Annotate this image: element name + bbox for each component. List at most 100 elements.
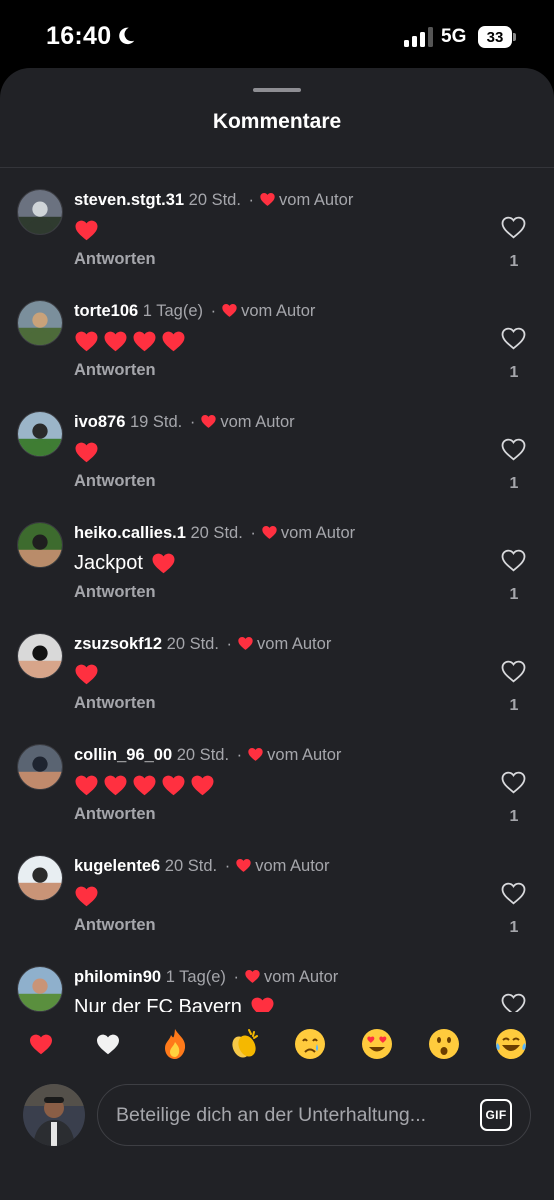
crying-face-icon xyxy=(295,1029,325,1059)
white-heart-emoji[interactable] xyxy=(88,1024,128,1064)
like-heart-icon[interactable] xyxy=(501,327,526,350)
comment-username[interactable]: kugelente6 xyxy=(74,857,160,875)
comment-time: 1 Tag(e) xyxy=(165,968,226,986)
red-heart-emoji[interactable] xyxy=(21,1024,61,1064)
fire-emoji[interactable] xyxy=(155,1024,195,1064)
separator-dot: · xyxy=(226,635,233,653)
comment-username[interactable]: steven.stgt.31 xyxy=(74,191,184,209)
author-liked-label: vom Autor xyxy=(264,968,339,986)
reply-button[interactable]: Antworten xyxy=(74,583,156,602)
liked-by-author-icon xyxy=(245,970,260,983)
comment-emoji-row xyxy=(74,885,99,908)
white-heart-icon xyxy=(97,1034,119,1055)
comment-emoji-row xyxy=(151,552,176,575)
author-liked-label: vom Autor xyxy=(220,413,295,431)
comment-time: 20 Std. xyxy=(188,191,241,209)
comment-meta: kugelente6 20 Std. · vom Autor xyxy=(74,857,329,876)
clapping-hands-icon xyxy=(232,1029,258,1058)
status-time: 16:40 xyxy=(46,22,112,50)
separator-dot: · xyxy=(236,746,243,764)
reply-button[interactable]: Antworten xyxy=(74,472,156,491)
reply-button[interactable]: Antworten xyxy=(74,805,156,824)
my-avatar[interactable] xyxy=(23,1084,85,1146)
comment-meta: ivo876 19 Std. · vom Autor xyxy=(74,413,295,432)
commenter-avatar[interactable] xyxy=(17,744,63,790)
crying-face-emoji[interactable] xyxy=(290,1024,330,1064)
commenter-avatar[interactable] xyxy=(17,966,63,1012)
separator-dot: · xyxy=(233,968,240,986)
like-heart-icon[interactable] xyxy=(501,993,526,1012)
author-liked-label: vom Autor xyxy=(257,635,332,653)
red-heart-emoji xyxy=(191,775,214,795)
commenter-avatar[interactable] xyxy=(17,189,63,235)
like-heart-icon[interactable] xyxy=(501,660,526,683)
comment-username[interactable]: collin_96_00 xyxy=(74,746,172,764)
quick-reaction-bar xyxy=(0,1012,554,1082)
like-heart-icon[interactable] xyxy=(501,771,526,794)
like-heart-icon[interactable] xyxy=(501,216,526,239)
battery-tip xyxy=(513,33,516,41)
red-heart-emoji xyxy=(75,442,98,462)
red-heart-icon xyxy=(30,1034,52,1055)
comment-text-content: Jackpot xyxy=(74,551,143,574)
author-liked-label: vom Autor xyxy=(279,191,354,209)
comment-username[interactable]: heiko.callies.1 xyxy=(74,524,186,542)
comment-text xyxy=(74,437,99,467)
heart-eyes-icon xyxy=(362,1029,392,1059)
commenter-avatar[interactable] xyxy=(17,522,63,568)
comment-emoji-row xyxy=(74,219,99,242)
comment-text: Nur der FC Bayern xyxy=(74,992,275,1012)
like-heart-icon[interactable] xyxy=(501,438,526,461)
like-heart-icon[interactable] xyxy=(501,549,526,572)
like-count: 1 xyxy=(509,697,519,714)
comment-text xyxy=(74,215,99,245)
comment-username[interactable]: zsuzsokf12 xyxy=(74,635,162,653)
reply-button[interactable]: Antworten xyxy=(74,694,156,713)
comment-time: 20 Std. xyxy=(166,635,219,653)
comment-input[interactable] xyxy=(116,1085,466,1145)
red-heart-emoji xyxy=(75,220,98,240)
comment-meta: collin_96_00 20 Std. · vom Autor xyxy=(74,746,341,765)
like-heart-icon[interactable] xyxy=(501,882,526,905)
comment-time: 19 Std. xyxy=(129,413,183,431)
tears-of-joy-emoji[interactable] xyxy=(491,1024,531,1064)
red-heart-emoji xyxy=(162,331,185,351)
sheet-title: Kommentare xyxy=(212,110,342,133)
comment-time: 1 Tag(e) xyxy=(142,302,204,320)
sheet-grabber[interactable] xyxy=(253,88,301,92)
heart-eyes-emoji[interactable] xyxy=(357,1024,397,1064)
red-heart-emoji xyxy=(75,775,98,795)
commenter-avatar[interactable] xyxy=(17,300,63,346)
reply-button[interactable]: Antworten xyxy=(74,250,156,269)
commenter-avatar[interactable] xyxy=(17,633,63,679)
red-heart-emoji xyxy=(251,997,274,1012)
clapping-hands-emoji[interactable] xyxy=(223,1024,263,1064)
comment-text-content: Nur der FC Bayern xyxy=(74,995,242,1013)
comment-username[interactable]: ivo876 xyxy=(74,413,125,431)
comment-input-wrapper: GIF xyxy=(97,1084,531,1146)
comment-item: torte106 1 Tag(e) · vom Autor Antworten 1 xyxy=(0,279,554,390)
like-count: 1 xyxy=(509,919,519,936)
liked-by-author-icon xyxy=(238,637,253,650)
gif-button[interactable]: GIF xyxy=(480,1099,512,1131)
comment-username[interactable]: torte106 xyxy=(74,302,138,320)
comment-item: philomin90 1 Tag(e) · vom Autor Nur der F… xyxy=(0,945,554,1012)
comments-sheet: Kommentare steven.stgt.31 20 Std. · vom A… xyxy=(0,68,554,1200)
commenter-avatar[interactable] xyxy=(17,411,63,457)
reply-button[interactable]: Antworten xyxy=(74,361,156,380)
red-heart-emoji xyxy=(75,331,98,351)
fire-icon xyxy=(165,1029,186,1059)
reply-button[interactable]: Antworten xyxy=(74,916,156,935)
author-liked-label: vom Autor xyxy=(280,524,356,542)
author-liked-label: vom Autor xyxy=(255,857,330,875)
commenter-avatar[interactable] xyxy=(17,855,63,901)
liked-by-author-icon xyxy=(262,526,277,539)
comment-list[interactable]: steven.stgt.31 20 Std. · vom Autor Antwor… xyxy=(0,168,554,1012)
comment-username[interactable]: philomin90 xyxy=(74,968,161,986)
separator-dot: · xyxy=(224,857,231,875)
red-heart-emoji xyxy=(162,775,185,795)
comment-time: 20 Std. xyxy=(190,524,243,542)
surprised-face-emoji[interactable] xyxy=(424,1024,464,1064)
separator-dot: · xyxy=(250,524,256,542)
like-count: 1 xyxy=(509,475,519,492)
